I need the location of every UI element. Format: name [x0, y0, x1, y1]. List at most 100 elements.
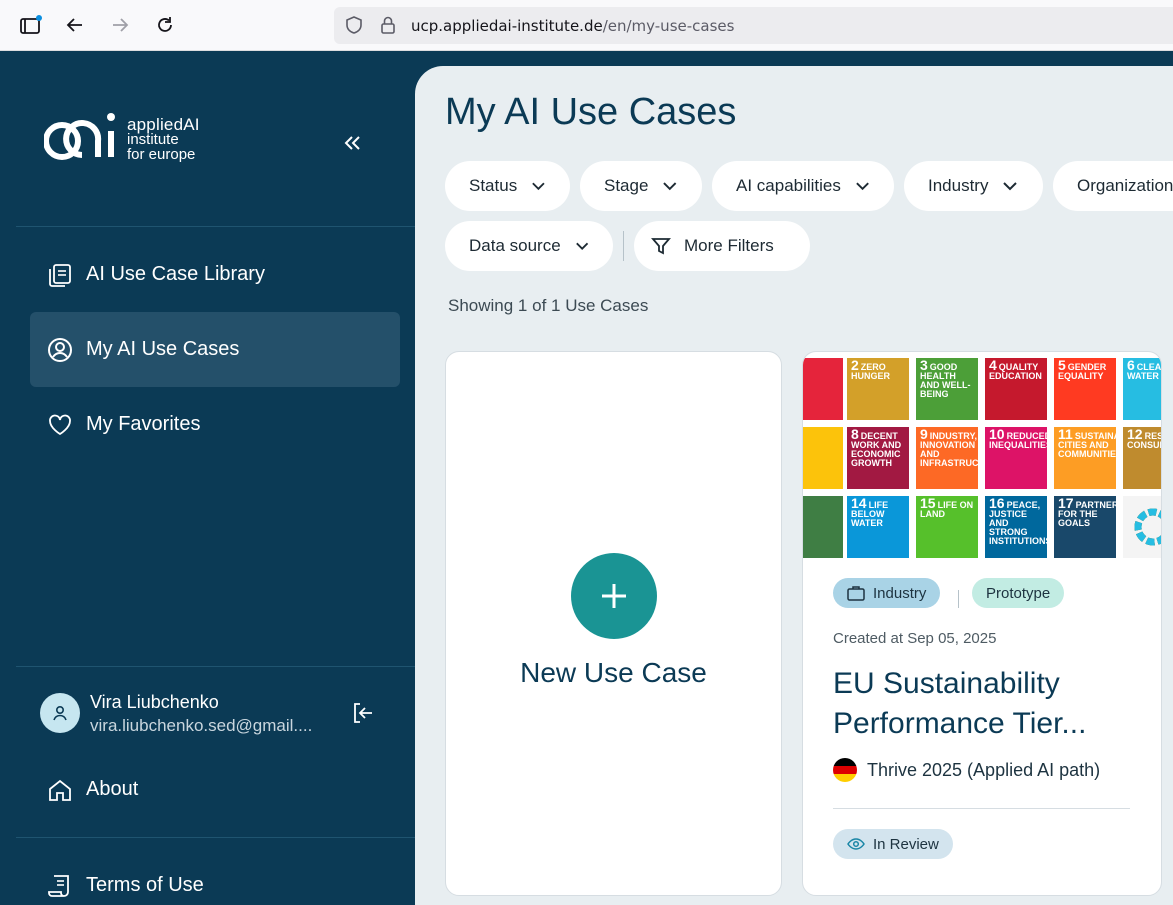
sdg-tile: 16 PEACE, JUSTICE AND STRONG INSTITUTIONS [985, 496, 1052, 558]
collapse-sidebar-button[interactable] [340, 131, 364, 155]
sdg-tile: 5 GENDER EQUALITY [1054, 358, 1116, 420]
briefcase-icon [847, 586, 865, 601]
sdg-tile: 12RESPONSIBLE CONSUMPTION [1123, 427, 1161, 489]
sdg-tile: 11 SUSTAINABLE CITIES AND COMMUNITIES [1054, 427, 1138, 489]
filter-data-source[interactable]: Data source [445, 221, 613, 271]
new-use-case-card[interactable]: New Use Case [445, 351, 782, 896]
chevron-down-icon [1003, 182, 1018, 191]
nav-item-about[interactable]: About [30, 752, 400, 827]
filter-status[interactable]: Status [445, 161, 570, 211]
library-icon [46, 261, 74, 289]
logout-button[interactable] [350, 700, 376, 726]
sdg-tile: 4 QUALITY EDUCATION [985, 358, 1047, 420]
nav-item-terms[interactable]: Terms of Use [30, 848, 400, 905]
shield-icon[interactable] [344, 15, 364, 40]
user-icon [53, 705, 67, 721]
germany-flag-icon [833, 758, 857, 782]
browser-toolbar: ucp.appliedai-institute.de/en/my-use-cas… [0, 0, 1173, 51]
results-count: Showing 1 of 1 Use Cases [448, 296, 649, 315]
user-email: vira.liubchenko.sed@gmail.... [90, 716, 313, 735]
filter-label: Industry [928, 176, 989, 195]
sdg-tile-1 [803, 358, 843, 420]
sdg-wheel-tile [1123, 496, 1161, 558]
url-path: /en/my-use-cases [602, 17, 735, 35]
filter-funnel-icon [651, 238, 671, 255]
filter-industry[interactable]: Industry [904, 161, 1043, 211]
filter-label: AI capabilities [736, 176, 841, 195]
more-filters-label: More Filters [684, 236, 774, 255]
filter-organization[interactable]: Organization [1053, 161, 1173, 211]
nav-label-library: AI Use Case Library [86, 263, 265, 285]
eye-icon [847, 838, 865, 850]
logo-text: appliedAI institute for europe [127, 115, 200, 163]
status-badge: In Review [833, 829, 953, 859]
sidebar: appliedAI institute for europe AI Use Ca… [0, 51, 415, 905]
sdg-image: 2 ZERO HUNGER 3 GOOD HEALTH AND WELL-BEING… [803, 358, 1161, 558]
sdg-tile: 3 GOOD HEALTH AND WELL-BEING [916, 358, 978, 420]
sdg-tile: 8 DECENT WORK AND ECONOMIC GROWTH [847, 427, 909, 489]
sdg-tile: 2 ZERO HUNGER [847, 358, 909, 420]
url-host: ucp.appliedai-institute.de [411, 17, 603, 35]
nav-item-my-use-cases[interactable]: My AI Use Cases [30, 312, 400, 387]
logo-line3: for europe [127, 146, 196, 163]
status-label: In Review [873, 835, 939, 853]
filter-stage[interactable]: Stage [580, 161, 702, 211]
sidebar-toggle-icon[interactable] [18, 12, 44, 38]
sdg-tile: 14 LIFE BELOW WATER [847, 496, 909, 558]
nav-label-favorites: My Favorites [86, 413, 201, 435]
back-icon[interactable] [62, 12, 88, 38]
double-chevron-left-icon [344, 136, 360, 150]
nav-item-library[interactable]: AI Use Case Library [30, 237, 400, 312]
avatar[interactable] [40, 693, 80, 733]
sdg-tile-13 [803, 496, 843, 558]
logo-mark-icon [43, 113, 115, 160]
filter-label: Stage [604, 176, 649, 195]
card-divider [833, 808, 1130, 809]
logo-line2: institute [127, 131, 179, 148]
plus-icon [602, 584, 626, 608]
document-icon [46, 872, 74, 900]
sidebar-divider [16, 837, 415, 838]
add-button[interactable] [571, 553, 657, 639]
chevron-down-icon [532, 182, 545, 191]
new-use-case-label: New Use Case [520, 657, 707, 688]
industry-tag: Industry [833, 578, 941, 608]
filter-separator [623, 231, 624, 261]
page-title: My AI Use Cases [445, 91, 737, 133]
use-case-card[interactable]: 2 ZERO HUNGER 3 GOOD HEALTH AND WELL-BEING… [802, 351, 1162, 896]
nav-item-favorites[interactable]: My Favorites [30, 387, 400, 462]
user-name: Vira Liubchenko [90, 692, 219, 712]
nav-label-about: About [86, 778, 139, 800]
logout-icon [354, 703, 372, 723]
user-profile[interactable]: Vira Liubchenko vira.liubchenko.sed@gmai… [40, 690, 400, 738]
nav-label-my-use-cases: My AI Use Cases [86, 338, 240, 360]
filter-ai-capabilities[interactable]: AI capabilities [712, 161, 894, 211]
nav-label-terms: Terms of Use [86, 874, 204, 896]
chevron-down-icon [856, 182, 869, 191]
chevron-down-icon [663, 182, 677, 191]
tag-label: Prototype [986, 584, 1051, 602]
sidebar-divider [16, 666, 415, 667]
logo-line1: appliedAI [127, 115, 200, 134]
tag-label: Industry [873, 584, 927, 602]
lock-icon[interactable] [379, 15, 397, 40]
heart-icon [46, 411, 74, 439]
url-bar[interactable]: ucp.appliedai-institute.de/en/my-use-cas… [334, 7, 1173, 44]
tag-separator [958, 590, 959, 608]
organization: Thrive 2025 (Applied AI path) [833, 758, 1100, 782]
filter-label: Data source [469, 236, 561, 255]
sdg-tile-7 [803, 427, 843, 489]
filter-label: Status [469, 176, 518, 195]
more-filters-button[interactable]: More Filters [634, 221, 810, 271]
forward-icon[interactable] [107, 12, 133, 38]
reload-icon[interactable] [152, 12, 178, 38]
main-content: My AI Use Cases Status Stage AI capabili… [415, 66, 1173, 905]
sdg-wheel-icon [1134, 508, 1161, 546]
home-icon [46, 776, 74, 804]
logo[interactable]: appliedAI institute for europe [43, 109, 224, 171]
organization-name: Thrive 2025 (Applied AI path) [867, 759, 1101, 780]
user-circle-icon [46, 336, 74, 364]
use-case-title[interactable]: EU Sustainability Performance Tier... [833, 664, 1133, 744]
sdg-tile: 6CLEAN WATER [1123, 358, 1161, 420]
sdg-tile: 17 PARTNERSHIPS FOR THE GOALS [1054, 496, 1145, 558]
